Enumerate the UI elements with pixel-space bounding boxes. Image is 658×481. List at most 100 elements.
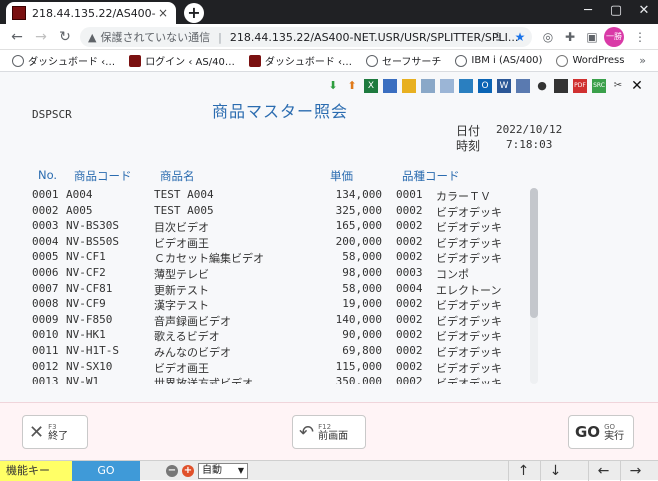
cell-kind: 0002 <box>396 312 423 326</box>
wordpress-icon <box>556 54 569 67</box>
scrollbar-thumb[interactable] <box>530 188 538 318</box>
arrow-up-button[interactable]: ↑ <box>508 461 538 481</box>
bookmark-label: セーフサーチ <box>382 57 442 68</box>
upload-icon[interactable]: ⬆ <box>345 79 359 93</box>
cell-code: NV-F850 <box>66 312 113 326</box>
cell-name: TEST A004 <box>154 188 214 201</box>
cell-name: ビデオ画王 <box>154 236 209 250</box>
share-icon[interactable]: ⇪ <box>490 29 506 45</box>
camera-icon[interactable]: ● <box>535 79 549 93</box>
address-separator: | <box>218 30 222 44</box>
printer-icon[interactable] <box>554 79 568 93</box>
download-icon[interactable]: ⬇ <box>326 79 340 93</box>
cell-code: NV-CF1 <box>66 250 106 264</box>
cell-price: 58,000 <box>342 250 382 264</box>
cell-kind: 0002 <box>396 297 423 311</box>
minimize-button[interactable]: ─ <box>574 0 602 24</box>
cell-code: NV-W1 <box>66 375 100 384</box>
cell-kind-name: ビデオデッキ <box>436 236 502 250</box>
tab-close-icon[interactable]: × <box>156 6 170 20</box>
table-row: 0010 NV-HK1 歌えるビデオ 90,000 0002 ビデオデッキ <box>32 328 522 344</box>
src-icon[interactable]: SRC <box>592 79 606 93</box>
outlook-icon[interactable]: O <box>478 79 492 93</box>
bookmark-item[interactable]: ダッシュボード ‹… <box>12 53 115 68</box>
go-button[interactable]: GO <box>72 461 140 481</box>
f3-exit-button[interactable]: ✕ F3 終了 <box>22 415 88 449</box>
cell-no: 0013 <box>32 375 59 384</box>
emulator-screen: ⬇ ⬆ X O W ● PDF SRC ✂ ✕ DSPSCR 商品マスター照会 … <box>0 72 658 402</box>
cell-price: 134,000 <box>335 188 382 201</box>
arrow-right-button[interactable]: → <box>620 461 650 481</box>
excel-icon[interactable]: X <box>364 79 378 93</box>
extension-circle-icon[interactable]: ◎ <box>540 29 556 45</box>
pdf-icon[interactable]: PDF <box>573 79 587 93</box>
tab-title: 218.44.135.22/AS400-NET.U <box>32 6 156 20</box>
globe-icon <box>12 54 24 67</box>
zoom-mode-select[interactable]: 自動 ▼ <box>198 463 248 479</box>
cell-no: 0010 <box>32 328 59 342</box>
grid-icon[interactable] <box>516 79 530 93</box>
new-tab-button[interactable]: + <box>184 3 204 23</box>
table-row: 0005 NV-CF1 Ｃカセット編集ビデオ 58,000 0002 ビデオデッキ <box>32 250 522 266</box>
cell-code: NV-CF81 <box>66 281 113 295</box>
cell-kind-name: ビデオデッキ <box>436 361 502 375</box>
column-header-kind: 品種コード <box>402 169 460 183</box>
layout-icon[interactable] <box>421 79 435 93</box>
window-close-button[interactable]: ✕ <box>630 0 658 24</box>
cube-icon[interactable] <box>459 79 473 93</box>
bookmark-item[interactable]: WordPress <box>556 54 625 67</box>
go-execute-button[interactable]: GO GO 実行 <box>568 415 634 449</box>
bookmark-star-icon[interactable]: ★ <box>512 29 528 45</box>
zoom-out-icon[interactable]: − <box>166 465 178 477</box>
maximize-button[interactable]: ▢ <box>602 0 630 24</box>
bottom-bar: 機能キー GO − + 自動 ▼ ↑ ↓ ← → <box>0 460 658 481</box>
zoom-in-icon[interactable]: + <box>182 465 194 477</box>
cell-price: 350,000 <box>335 375 382 384</box>
cell-kind: 0002 <box>396 250 423 264</box>
cell-no: 0004 <box>32 234 59 248</box>
menu-kebab-icon[interactable]: ⋮ <box>632 29 648 45</box>
f12-previous-button[interactable]: ↶ F12 前画面 <box>292 415 366 449</box>
forward-arrow-icon[interactable]: → <box>32 28 50 46</box>
arrow-down-button[interactable]: ↓ <box>540 461 570 481</box>
bookmark-label: ログイン ‹ AS/40… <box>145 57 235 68</box>
bookmark-item[interactable]: ログイン ‹ AS/40… <box>129 53 235 68</box>
cell-kind: 0002 <box>396 234 423 248</box>
function-keys-toggle[interactable]: 機能キー <box>0 461 72 481</box>
side-panel-icon[interactable]: ▣ <box>584 29 600 45</box>
cell-code: NV-SX10 <box>66 359 113 373</box>
text-cut-icon[interactable]: ✂ <box>611 79 625 93</box>
cell-kind: 0002 <box>396 359 423 373</box>
word-icon[interactable]: W <box>497 79 511 93</box>
cell-name: Ｃカセット編集ビデオ <box>154 252 264 266</box>
cell-code: NV-CF2 <box>66 265 106 279</box>
undo-icon: ↶ <box>299 421 315 443</box>
cell-price: 58,000 <box>342 281 382 295</box>
x-icon: ✕ <box>29 421 45 443</box>
cell-kind-name: ビデオデッキ <box>436 221 502 235</box>
arrow-left-button[interactable]: ← <box>588 461 618 481</box>
bookmark-label: ダッシュボード ‹… <box>28 57 116 68</box>
globe-icon <box>455 54 468 67</box>
address-bar[interactable]: ▲ 保護されていない通信 | 218.44.135.22/AS400-NET.U… <box>80 27 532 47</box>
document-icon[interactable] <box>440 79 454 93</box>
list-scrollbar[interactable] <box>530 188 538 384</box>
profile-avatar[interactable]: 一勝 <box>604 27 624 47</box>
puzzle-extensions-icon[interactable]: ✚ <box>562 29 578 45</box>
reload-icon[interactable]: ↻ <box>56 28 74 46</box>
cell-kind: 0002 <box>396 328 423 342</box>
bookmark-label: WordPress <box>572 55 625 66</box>
cell-kind-name: ビデオデッキ <box>436 377 502 384</box>
bookmarks-more-icon[interactable]: » <box>639 54 646 67</box>
close-icon[interactable]: ✕ <box>630 79 644 93</box>
table-row: 0012 NV-SX10 ビデオ画王 115,000 0002 ビデオデッキ <box>32 360 522 376</box>
bookmark-item[interactable]: ダッシュボード ‹… <box>248 53 352 68</box>
image-icon[interactable] <box>383 79 397 93</box>
bookmark-item[interactable]: セーフサーチ <box>366 53 441 68</box>
palette-icon[interactable] <box>402 79 416 93</box>
bookmark-item[interactable]: IBM i (AS/400) <box>455 54 542 67</box>
cell-price: 90,000 <box>342 328 382 342</box>
cell-no: 0005 <box>32 250 59 264</box>
browser-tab[interactable]: 218.44.135.22/AS400-NET.U × <box>6 2 176 24</box>
back-arrow-icon[interactable]: ← <box>8 28 26 46</box>
